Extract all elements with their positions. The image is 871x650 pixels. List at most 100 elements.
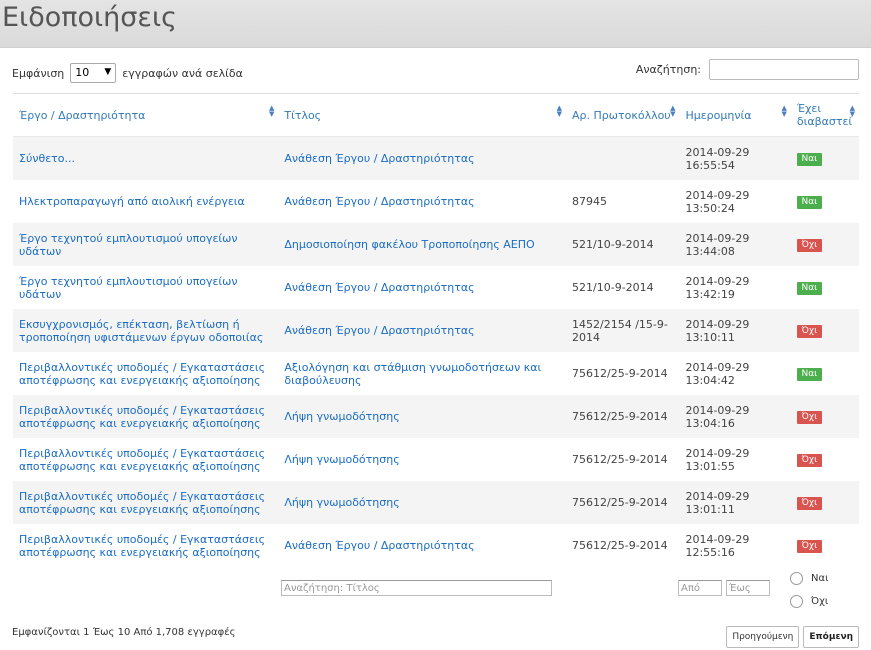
title-link[interactable]: Ανάθεση Έργου / Δραστηριότητας (278, 180, 566, 223)
date-value: 2014-09-29 (685, 446, 750, 460)
date-value: 2014-09-29 (685, 360, 750, 374)
title-link[interactable]: Ανάθεση Έργου / Δραστηριότητας (278, 309, 567, 352)
date-cell: 2014-09-29 13:42:19 (679, 266, 790, 309)
table-controls: Εμφάνιση 10 ▼ εγγραφών ανά σελίδα Αναζήτ… (0, 59, 871, 85)
protocol-number: 87945 (572, 195, 608, 208)
search-control: Αναζήτηση: (636, 59, 859, 80)
table-row: Περιβαλλοντικές υποδομές / Εγκαταστάσεις… (13, 438, 859, 481)
title-link[interactable]: Ανάθεση Έργου / Δραστηριότητας (278, 266, 566, 309)
column-header-project[interactable]: Έργο / Δραστηριότητα ▲ ▼ (13, 93, 279, 137)
protocol-number: 1452/2154 /15-9-2014 (566, 309, 680, 352)
sort-icon: ▲ ▼ (556, 104, 563, 118)
radio-label: Όχι (811, 596, 829, 607)
radio-icon[interactable] (790, 572, 803, 585)
title-link[interactable]: Αξιολόγηση και στάθμιση γνωμοδοτήσεων κα… (278, 352, 566, 395)
previous-page-button[interactable]: Προηγούμενη (726, 626, 800, 648)
table-row: Έργο τεχνητού εμπλουτισμού υπογείων υδάτ… (13, 266, 859, 309)
page-length-control: Εμφάνιση 10 ▼ εγγραφών ανά σελίδα (12, 63, 243, 83)
read-cell: Όχι (790, 223, 859, 266)
read-status-badge: Όχι (796, 497, 822, 510)
chevron-down-icon: ▼ (104, 67, 112, 77)
read-cell: Ναι (791, 180, 859, 223)
title-link[interactable]: Λήψη γνωμοδότησης (278, 481, 567, 524)
project-link[interactable]: Έργο τεχνητού εμπλουτισμού υπογείων υδάτ… (13, 266, 278, 309)
time-value: 13:44:08 (685, 244, 735, 258)
column-header-read[interactable]: Έχει διαβαστεί ▲ ▼ (790, 93, 859, 137)
date-cell: 2014-09-29 13:10:11 (679, 309, 791, 352)
read-cell: Όχι (790, 395, 859, 438)
column-header-label: Τίτλος (284, 108, 322, 122)
date-cell: 2014-09-29 13:44:08 (679, 223, 791, 266)
project-link[interactable]: Ηλεκτροπαραγωγή από αιολική ενέργεια (13, 180, 278, 223)
project-link[interactable]: Εκσυγχρονισμός, επέκταση, βελτίωση ή τρο… (13, 309, 279, 352)
column-filters: Αναζήτηση: Τίτλος Από Έως Ναι Όχι (0, 570, 871, 610)
time-value: 13:10:11 (685, 330, 735, 344)
read-cell: Όχι (791, 438, 859, 481)
read-filter-no[interactable]: Όχι (790, 595, 828, 608)
project-link[interactable]: Περιβαλλοντικές υποδομές / Εγκαταστάσεις… (13, 395, 279, 438)
table-row: Περιβαλλοντικές υποδομές / Εγκαταστάσεις… (13, 524, 859, 567)
read-status-badge: Όχι (796, 239, 822, 252)
radio-label: Ναι (811, 573, 829, 584)
title-link[interactable]: Ανάθεση Έργου / Δραστηριότητας (278, 136, 567, 180)
read-status-badge: Ναι (796, 282, 822, 295)
date-cell: 2014-09-29 12:55:16 (679, 524, 790, 567)
title-filter-input[interactable]: Αναζήτηση: Τίτλος (281, 580, 552, 596)
title-link[interactable]: Δημοσιοποίηση φακέλου Τροποποίησης ΑΕΠΟ (278, 223, 567, 266)
date-value: 2014-09-29 (685, 317, 750, 331)
table-row: Περιβαλλοντικές υποδομές / Εγκαταστάσεις… (13, 352, 859, 395)
time-value: 13:01:11 (685, 502, 735, 516)
protocol-number: 521/10-9-2014 (572, 281, 654, 294)
read-cell: Ναι (790, 136, 859, 180)
title-link[interactable]: Ανάθεση Έργου / Δραστηριότητας (278, 524, 566, 567)
read-status-badge: Όχι (796, 411, 822, 424)
table-row: Έργο τεχνητού εμπλουτισμού υπογείων υδάτ… (13, 223, 859, 266)
title-link[interactable]: Λήψη γνωμοδότησης (278, 438, 566, 481)
read-status-badge: Όχι (796, 454, 822, 467)
sort-icon: ▲ ▼ (849, 104, 855, 118)
read-status-badge: Ναι (796, 196, 822, 209)
protocol-number: 521/10-9-2014 (566, 223, 680, 266)
pagination: Προηγούμενη Επόμενη (726, 626, 859, 648)
date-from-input[interactable]: Από (678, 580, 722, 596)
project-link[interactable]: Περιβαλλοντικές υποδομές / Εγκαταστάσεις… (13, 524, 278, 567)
time-value: 13:42:19 (685, 287, 735, 301)
table-row: Σύνθετο... Ανάθεση Έργου / Δραστηριότητα… (13, 136, 859, 180)
radio-icon[interactable] (790, 595, 803, 608)
page-header: Ειδοποιήσεις (0, 0, 871, 48)
date-to-input[interactable]: Έως (726, 580, 770, 596)
time-value: 13:50:24 (685, 201, 735, 215)
table-row: Περιβαλλοντικές υποδομές / Εγκαταστάσεις… (13, 481, 859, 524)
table-row: Εκσυγχρονισμός, επέκταση, βελτίωση ή τρο… (13, 309, 859, 352)
project-link[interactable]: Έργο τεχνητού εμπλουτισμού υπογείων υδάτ… (13, 223, 279, 266)
project-link[interactable]: Περιβαλλοντικές υποδομές / Εγκαταστάσεις… (13, 352, 278, 395)
project-link[interactable]: Περιβαλλοντικές υποδομές / Εγκαταστάσεις… (13, 481, 279, 524)
date-value: 2014-09-29 (685, 489, 750, 503)
project-link[interactable]: Σύνθετο... (13, 136, 279, 180)
column-header-date[interactable]: Ημερομηνία ▲ ▼ (679, 93, 791, 137)
page-title: Ειδοποιήσεις (2, 2, 177, 33)
table-row: Ηλεκτροπαραγωγή από αιολική ενέργεια Ανά… (13, 180, 859, 223)
column-header-label: Έχει διαβαστεί (796, 102, 853, 128)
page-length-value: 10 (75, 66, 90, 79)
column-header-label: Αρ. Πρωτοκόλλου (572, 108, 671, 122)
next-page-button[interactable]: Επόμενη (803, 626, 859, 648)
project-link[interactable]: Περιβαλλοντικές υποδομές / Εγκαταστάσεις… (13, 438, 278, 481)
notifications-table: Έργο / Δραστηριότητα ▲ ▼ Τίτλος ▲ ▼ Αρ. Πρωτ… (13, 93, 859, 567)
time-value: 16:55:54 (685, 158, 735, 172)
column-header-protocol[interactable]: Αρ. Πρωτοκόλλου ▲ ▼ (566, 93, 680, 137)
read-status-badge: Όχι (796, 325, 822, 338)
page-length-select[interactable]: 10 ▼ (70, 63, 117, 83)
search-label: Αναζήτηση: (635, 63, 701, 76)
search-input[interactable] (709, 59, 859, 80)
title-link[interactable]: Λήψη γνωμοδότησης (278, 395, 567, 438)
read-filter-yes[interactable]: Ναι (790, 572, 828, 585)
sort-icon: ▲ ▼ (670, 104, 676, 118)
protocol-number (566, 136, 680, 180)
column-header-title[interactable]: Τίτλος ▲ ▼ (278, 93, 567, 137)
protocol-number: 75612/25-9-2014 (572, 539, 668, 552)
sort-icon: ▲ ▼ (781, 104, 787, 118)
sort-icon: ▲ ▼ (268, 104, 275, 118)
protocol-number: 75612/25-9-2014 (572, 453, 668, 466)
column-header-label: Ημερομηνία (685, 108, 752, 122)
